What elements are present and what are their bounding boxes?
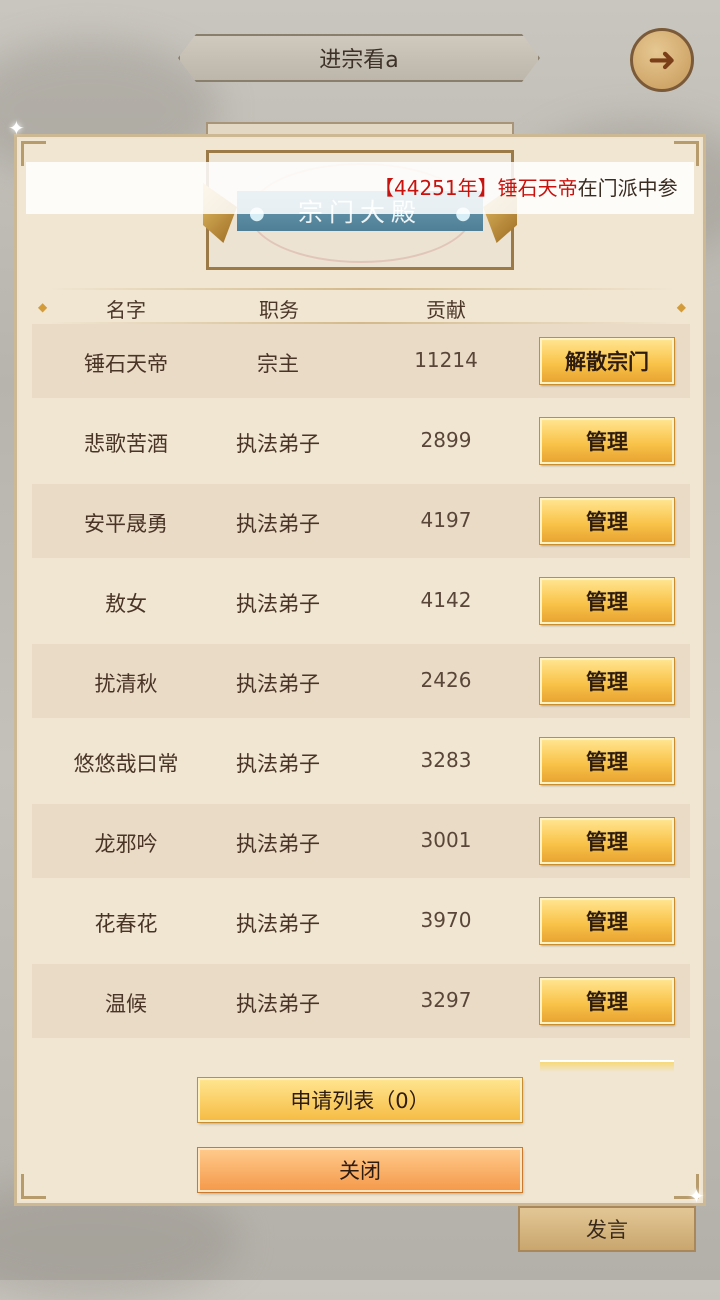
member-contribution: 4197 (420, 508, 472, 532)
notice-marquee: 【44251年】锤石天帝在门派中参 (26, 162, 694, 214)
column-header-contribution: 贡献 (426, 298, 466, 322)
disband-sect-button[interactable]: 解散宗门 (540, 338, 674, 384)
notice-message: 在门派中参 (577, 176, 678, 200)
member-name: 龙邪吟 (94, 832, 158, 856)
table-row: 温候 执法弟子 3297 管理 (32, 964, 690, 1038)
member-role: 执法弟子 (236, 512, 320, 536)
member-contribution: 3297 (420, 988, 472, 1012)
speak-button[interactable]: 发言 (518, 1206, 696, 1252)
corner-ornament (21, 1174, 46, 1199)
member-role: 执法弟子 (236, 592, 320, 616)
member-contribution: 2899 (420, 428, 472, 452)
column-header-role: 职务 (259, 298, 299, 322)
member-contribution: 3283 (420, 748, 472, 772)
diamond-icon: ◆ (676, 300, 686, 314)
table-row: 锤石天帝 宗主 11214 解散宗门 (32, 324, 690, 398)
member-contribution: 11214 (414, 348, 478, 372)
member-role: 执法弟子 (236, 752, 320, 776)
table-header: ◆ ◆ 名字 职务 贡献 (34, 288, 690, 324)
sparkle-icon: ✦ (8, 116, 25, 140)
member-name: 悠悠哉曰常 (73, 752, 179, 776)
back-button[interactable]: ➜ (630, 28, 694, 92)
member-contribution: 3001 (420, 828, 472, 852)
manage-button[interactable]: 管理 (540, 498, 674, 544)
back-arrow-icon: ➜ (647, 40, 677, 80)
manage-button[interactable]: 管理 (540, 818, 674, 864)
member-role: 执法弟子 (236, 832, 320, 856)
header-divider (48, 288, 676, 290)
notice-bracket: 】 (477, 176, 498, 200)
table-row: 安平晟勇 执法弟子 4197 管理 (32, 484, 690, 558)
member-contribution: 3970 (420, 908, 472, 932)
member-name: 悲歌苦酒 (84, 432, 168, 456)
manage-button[interactable]: 管理 (540, 658, 674, 704)
close-button[interactable]: 关闭 (198, 1148, 522, 1192)
diamond-icon: ◆ (38, 300, 48, 314)
member-role: 执法弟子 (236, 992, 320, 1016)
table-row: 悠悠哉曰常 执法弟子 3283 管理 (32, 724, 690, 798)
member-contribution: 4142 (420, 588, 472, 612)
manage-button[interactable]: 管理 (540, 978, 674, 1024)
member-name: 锤石天帝 (84, 352, 168, 376)
notice-player-name: 锤石天帝 (497, 176, 578, 200)
sparkle-icon: ✦ (688, 1184, 705, 1208)
manage-button[interactable]: 管理 (540, 578, 674, 624)
manage-button[interactable]: 管理 (540, 418, 674, 464)
member-role: 执法弟子 (236, 672, 320, 696)
application-list-button[interactable]: 申请列表（0） (198, 1078, 522, 1122)
member-name: 安平晟勇 (84, 512, 168, 536)
member-name: 扰清秋 (94, 672, 158, 696)
manage-button[interactable]: 管理 (540, 898, 674, 944)
notice-text: 【44251年】锤石天帝在门派中参 (374, 172, 678, 201)
notice-year: 44251年 (394, 176, 478, 200)
table-row: 龙邪吟 执法弟子 3001 管理 (32, 804, 690, 878)
member-role: 宗主 (257, 352, 299, 376)
table-row: 扰清秋 执法弟子 2426 管理 (32, 644, 690, 718)
member-name: 敖女 (105, 592, 147, 616)
member-name: 温候 (105, 992, 147, 1016)
member-role: 执法弟子 (236, 912, 320, 936)
member-name: 花春花 (94, 912, 158, 936)
notice-bracket: 【 (374, 176, 394, 200)
member-contribution: 2426 (420, 668, 472, 692)
column-header-name: 名字 (106, 298, 146, 322)
manage-button[interactable]: 管理 (540, 738, 674, 784)
member-role: 执法弟子 (236, 432, 320, 456)
next-row-button-edge (540, 1060, 674, 1072)
table-row: 花春花 执法弟子 3970 管理 (32, 884, 690, 958)
table-row: 悲歌苦酒 执法弟子 2899 管理 (32, 404, 690, 478)
window-title-bar: 进宗看a (178, 34, 540, 82)
table-row: 敖女 执法弟子 4142 管理 (32, 564, 690, 638)
window-title: 进宗看a (319, 48, 399, 73)
